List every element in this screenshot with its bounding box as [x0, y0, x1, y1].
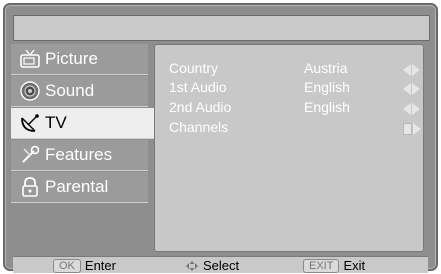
menu-item-label: Picture [45, 49, 98, 68]
menu-item-picture[interactable]: Picture [11, 44, 148, 75]
footer-hint-bar: OK Enter Select EXIT Exit [13, 256, 428, 273]
tv-settings-panel: Country Austria 1st Audio English 2nd Au… [154, 44, 424, 252]
setting-label: Channels [169, 119, 229, 135]
satellite-dish-icon [18, 111, 42, 135]
menu-item-sound[interactable]: Sound [11, 76, 148, 107]
footer-enter-hint: OK Enter [53, 258, 116, 273]
speaker-icon [18, 79, 42, 103]
left-right-arrows-icon[interactable] [403, 103, 420, 115]
setting-value: English [304, 99, 350, 115]
setting-row-country[interactable]: Country Austria [169, 60, 420, 80]
menu-item-label: Sound [45, 81, 95, 100]
setting-label: 1st Audio [169, 79, 227, 95]
menu-item-label: Features [45, 145, 113, 164]
picture-tv-icon [18, 47, 42, 71]
enter-arrow-icon[interactable] [403, 123, 421, 135]
menu-item-features[interactable]: Features [11, 140, 148, 171]
select-label: Select [203, 258, 240, 273]
footer-exit-hint: EXIT Exit [303, 258, 365, 273]
menu-item-label: Parental [45, 177, 109, 196]
footer-select-hint: Select [185, 258, 239, 273]
ok-key-icon: OK [53, 258, 81, 273]
menu-item-parental[interactable]: Parental [11, 172, 148, 203]
enter-label: Enter [84, 258, 116, 273]
padlock-icon [18, 175, 42, 199]
setting-row-channels[interactable]: Channels [169, 119, 421, 139]
setting-row-2nd-audio[interactable]: 2nd Audio English [169, 99, 420, 119]
setting-row-1st-audio[interactable]: 1st Audio English [169, 79, 420, 99]
up-down-select-icon [185, 260, 199, 272]
tools-icon [18, 143, 42, 167]
left-right-arrows-icon[interactable] [403, 64, 420, 76]
left-right-arrows-icon[interactable] [403, 83, 420, 95]
osd-window: Picture Sound TV Features Parental Count… [3, 3, 438, 273]
setting-label: Country [169, 60, 219, 76]
title-bar [13, 15, 430, 41]
setting-label: 2nd Audio [169, 99, 232, 115]
setting-value: Austria [304, 60, 348, 76]
menu-item-tv[interactable]: TV [11, 108, 154, 139]
menu-item-label: TV [45, 113, 67, 132]
setting-value: English [304, 79, 350, 95]
exit-label: Exit [343, 258, 366, 273]
exit-key-icon: EXIT [303, 258, 340, 273]
